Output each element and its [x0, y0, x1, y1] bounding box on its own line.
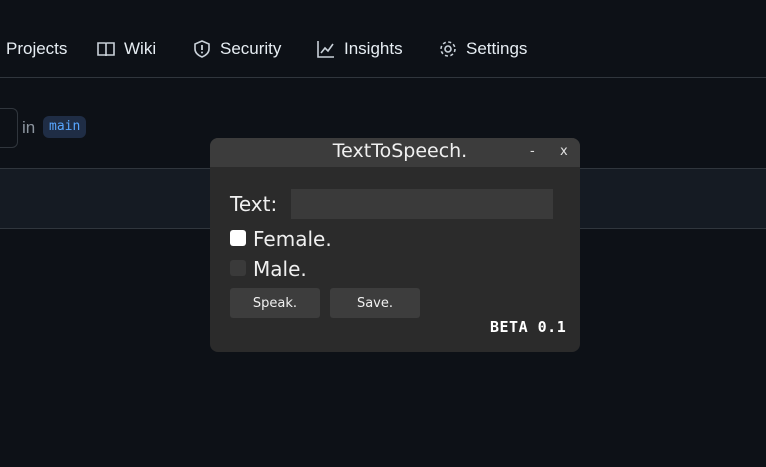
search-input[interactable] — [0, 108, 18, 148]
tab-insights[interactable]: Insights — [316, 36, 403, 62]
repo-nav: Projects Wiki Security Insights Settings — [0, 0, 766, 78]
dialog-titlebar[interactable]: TextToSpeech. - x — [210, 138, 580, 167]
shield-icon — [194, 40, 210, 58]
branch-badge[interactable]: main — [43, 116, 87, 138]
tab-wiki[interactable]: Wiki — [96, 36, 156, 62]
nav-label-wiki: Wiki — [124, 39, 157, 58]
tts-dialog: TextToSpeech. - x Text: Female. Male. Sp… — [210, 138, 580, 352]
text-label: Text: — [230, 192, 278, 216]
save-button[interactable]: Save. — [330, 288, 420, 318]
tab-security[interactable]: Security — [192, 36, 281, 62]
tab-projects[interactable]: Projects — [6, 36, 67, 62]
version-label: BETA 0.1 — [490, 318, 567, 336]
speak-button[interactable]: Speak. — [230, 288, 320, 318]
in-label: in — [22, 118, 36, 137]
nav-label-settings: Settings — [466, 39, 528, 58]
book-icon — [97, 42, 115, 57]
graph-icon — [317, 41, 334, 58]
nav-label-insights: Insights — [344, 39, 403, 58]
close-button[interactable]: x — [560, 144, 568, 159]
dialog-title: TextToSpeech. — [332, 140, 468, 162]
text-field[interactable] — [290, 188, 554, 220]
male-checkbox[interactable] — [230, 260, 246, 276]
female-label: Female. — [253, 227, 332, 251]
male-label: Male. — [253, 257, 307, 281]
nav-label-projects: Projects — [6, 39, 68, 58]
female-checkbox[interactable] — [230, 230, 246, 246]
tab-settings[interactable]: Settings — [438, 36, 527, 62]
nav-label-security: Security — [220, 39, 282, 58]
gear-icon — [440, 41, 456, 57]
minimize-button[interactable]: - — [530, 144, 535, 159]
